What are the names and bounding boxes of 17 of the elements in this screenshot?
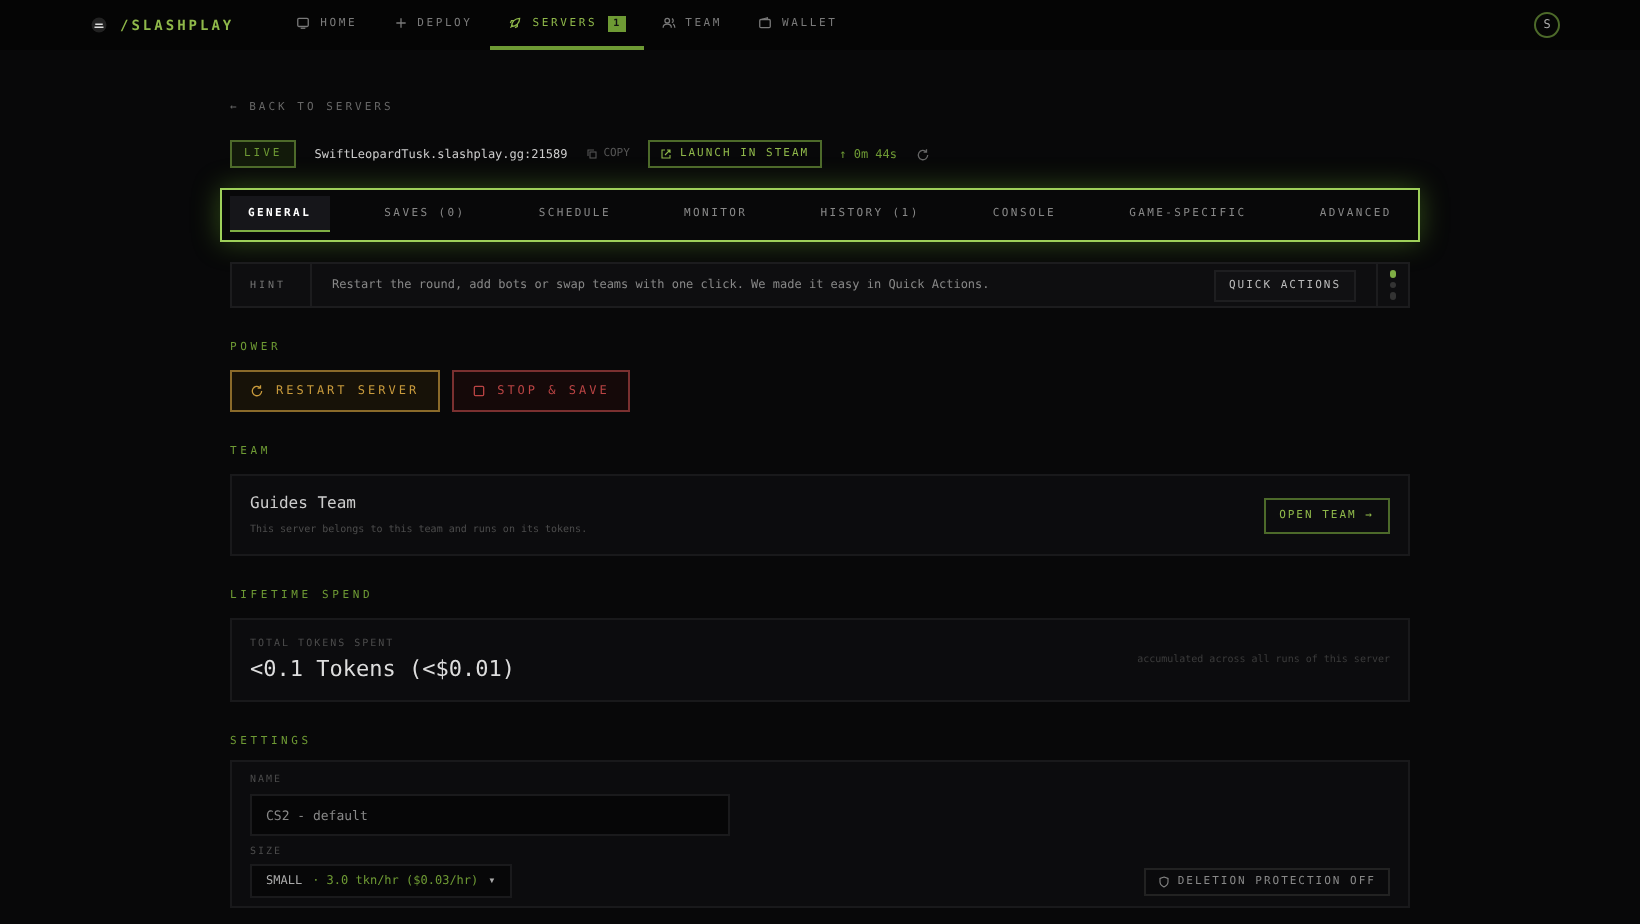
monitor-icon (296, 16, 311, 30)
logo-icon (90, 16, 108, 34)
stop-icon (471, 384, 486, 398)
plus-icon (393, 16, 408, 30)
team-name: Guides Team (250, 494, 358, 512)
rocket-icon (508, 16, 523, 30)
copy-icon (585, 148, 598, 160)
spend-value: <0.1 Tokens (<$0.01) (250, 656, 517, 682)
pager-dot[interactable] (1389, 270, 1396, 278)
people-icon (661, 16, 676, 30)
pager-dot[interactable] (1389, 292, 1396, 300)
wallet-icon (758, 16, 773, 30)
shield-icon (1157, 875, 1170, 887)
refresh-icon (250, 384, 264, 398)
external-link-icon (659, 148, 672, 160)
pager-dot[interactable] (1389, 281, 1396, 289)
refresh-icon (915, 147, 930, 161)
